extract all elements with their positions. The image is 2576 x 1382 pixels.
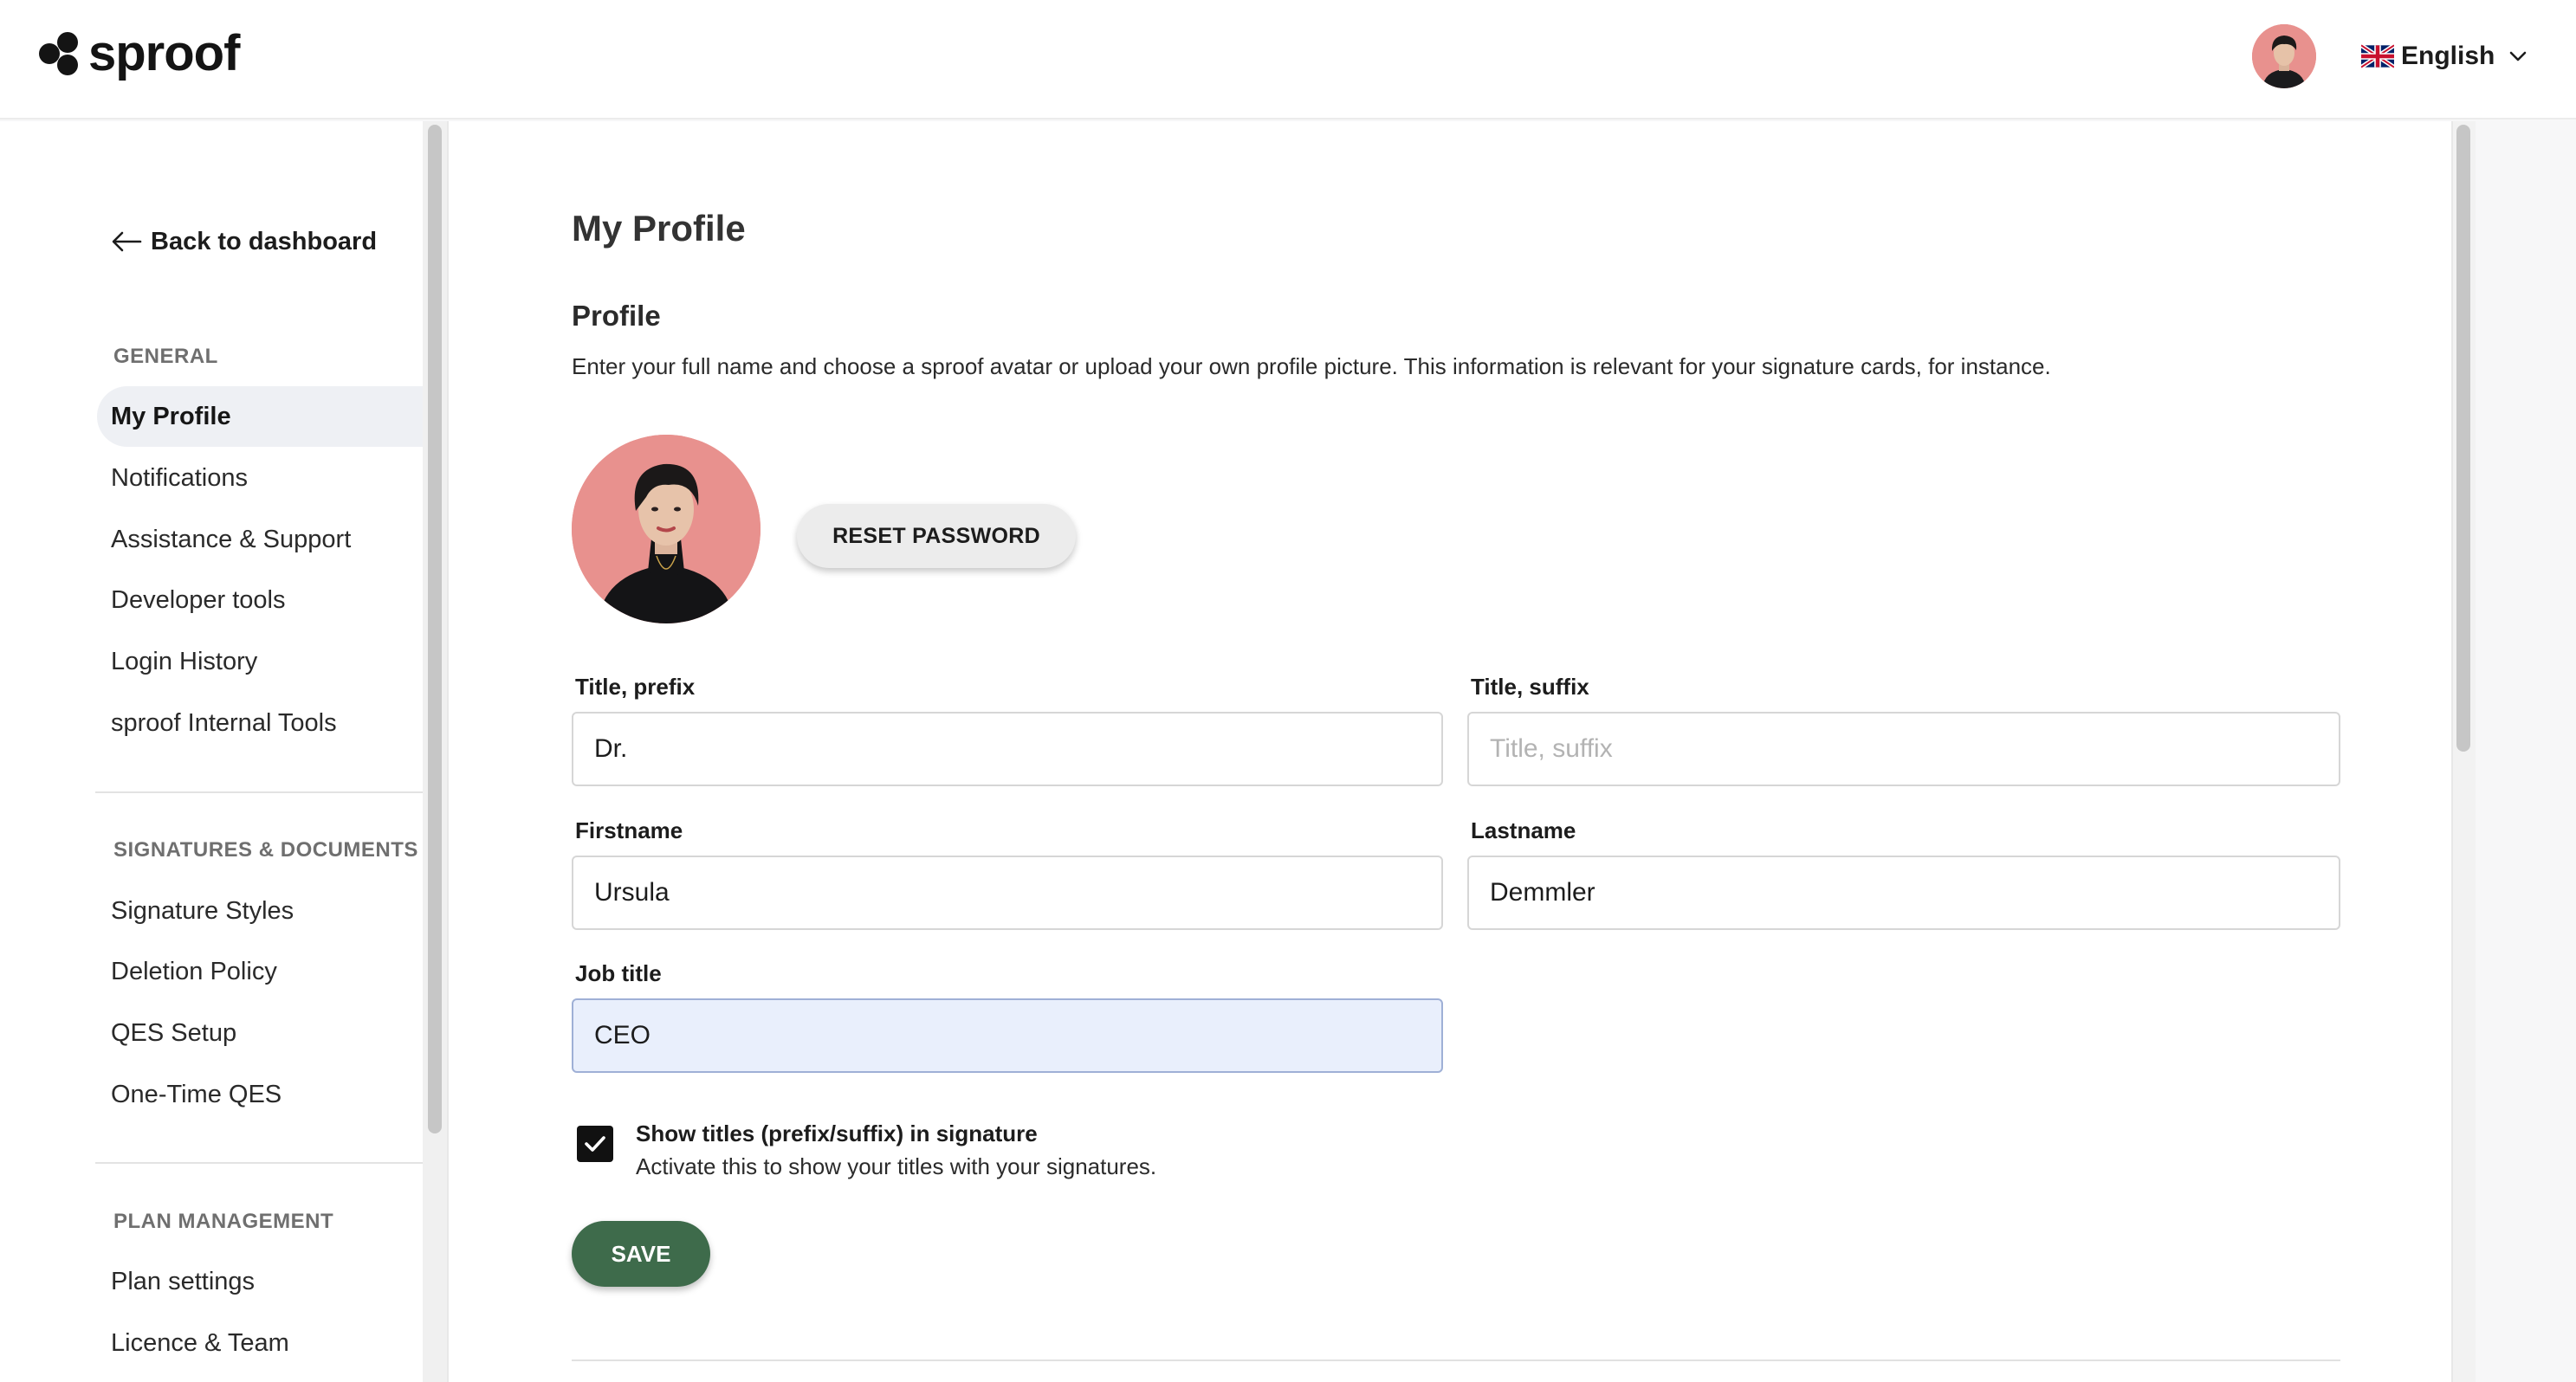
user-portrait-icon xyxy=(2252,24,2316,88)
top-header: sproof English xyxy=(0,0,2576,119)
job-title-input[interactable] xyxy=(572,998,1443,1073)
profile-avatar[interactable] xyxy=(572,435,761,623)
sidebar-item-licence-team[interactable]: Licence & Team xyxy=(97,1313,423,1373)
job-title-label: Job title xyxy=(575,960,662,986)
show-titles-label: Show titles (prefix/suffix) in signature xyxy=(636,1120,1038,1146)
section-title-general: GENERAL xyxy=(113,345,218,368)
brand-name: sproof xyxy=(88,25,240,81)
lastname-label: Lastname xyxy=(1471,817,1576,843)
section-divider xyxy=(572,1359,2340,1361)
sidebar-item-qes-setup[interactable]: QES Setup xyxy=(97,1003,423,1063)
section-title-signatures-documents: SIGNATURES & DOCUMENTS xyxy=(113,838,418,862)
sidebar-item-login-history[interactable]: Login History xyxy=(97,631,423,692)
sidebar-item-deletion-policy[interactable]: Deletion Policy xyxy=(97,941,423,1002)
sidebar-divider xyxy=(95,1162,423,1164)
user-avatar-button[interactable] xyxy=(2252,24,2316,88)
profile-portrait-icon xyxy=(572,435,761,623)
sidebar-item-signature-styles[interactable]: Signature Styles xyxy=(97,881,423,941)
chevron-down-icon xyxy=(2510,51,2527,61)
show-titles-checkbox[interactable] xyxy=(577,1126,613,1162)
checkmark-icon xyxy=(585,1136,605,1152)
reset-password-button[interactable]: RESET PASSWORD xyxy=(797,504,1076,568)
uk-flag-icon xyxy=(2361,44,2394,68)
content-scrollbar-thumb[interactable] xyxy=(2456,125,2470,752)
save-button[interactable]: SAVE xyxy=(572,1221,710,1287)
brand-logo[interactable]: sproof xyxy=(36,25,240,81)
title-suffix-label: Title, suffix xyxy=(1471,674,1589,700)
language-selector[interactable]: English xyxy=(2361,36,2527,76)
page-title: My Profile xyxy=(572,208,746,249)
settings-sidebar: Back to dashboard GENERAL My Profile Not… xyxy=(0,121,423,1382)
sidebar-item-sproof-internal-tools[interactable]: sproof Internal Tools xyxy=(97,693,423,753)
back-label: Back to dashboard xyxy=(151,227,378,255)
sproof-logo-icon xyxy=(39,32,78,75)
sidebar-item-one-time-qes[interactable]: One-Time QES xyxy=(97,1064,423,1125)
sidebar-item-plan-settings[interactable]: Plan settings xyxy=(97,1251,423,1312)
firstname-label: Firstname xyxy=(575,817,683,843)
lastname-input[interactable] xyxy=(1467,856,2340,930)
sidebar-item-developer-tools[interactable]: Developer tools xyxy=(97,570,423,630)
title-prefix-label: Title, prefix xyxy=(575,674,696,700)
show-titles-description: Activate this to show your titles with y… xyxy=(636,1153,1157,1179)
profile-section-title: Profile xyxy=(572,300,661,332)
profile-section-description: Enter your full name and choose a sproof… xyxy=(572,353,2051,379)
sidebar-item-my-profile[interactable]: My Profile xyxy=(97,386,423,447)
language-label: English xyxy=(2401,42,2495,70)
sidebar-scrollbar-thumb[interactable] xyxy=(428,125,442,1133)
back-to-dashboard-link[interactable]: Back to dashboard xyxy=(111,223,377,260)
arrow-left-icon xyxy=(112,231,142,252)
sidebar-divider xyxy=(95,791,423,793)
section-title-plan-management: PLAN MANAGEMENT xyxy=(113,1210,334,1233)
firstname-input[interactable] xyxy=(572,856,1443,930)
sidebar-item-assistance-support[interactable]: Assistance & Support xyxy=(97,509,423,570)
sidebar-item-notifications[interactable]: Notifications xyxy=(97,448,423,508)
title-suffix-input[interactable] xyxy=(1467,712,2340,786)
title-prefix-input[interactable] xyxy=(572,712,1443,786)
